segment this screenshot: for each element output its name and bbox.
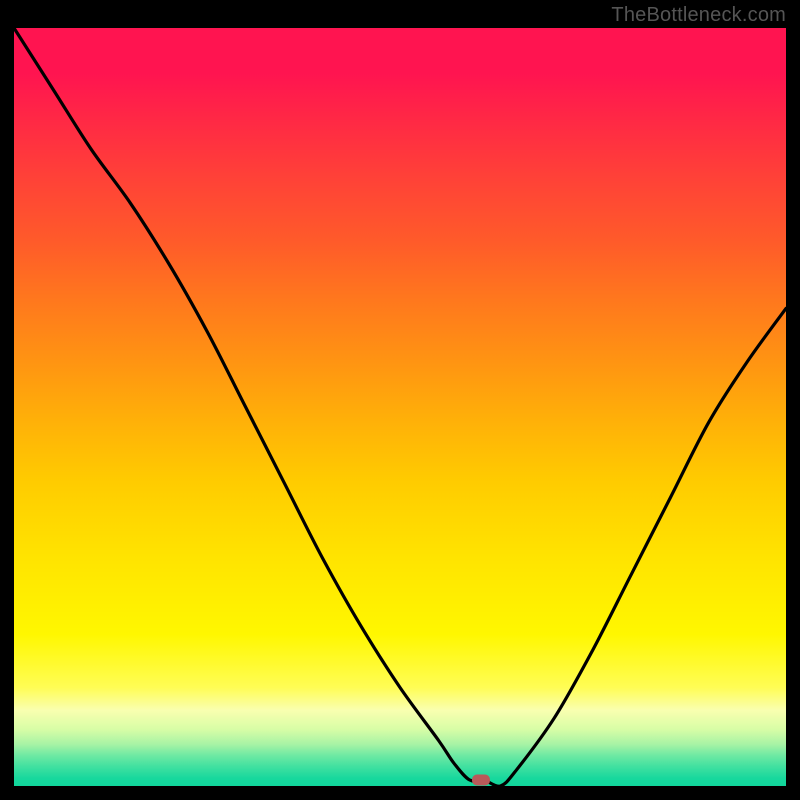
optimal-marker xyxy=(472,774,490,785)
bottleneck-curve xyxy=(14,28,786,786)
plot-area xyxy=(14,28,786,786)
watermark-text: TheBottleneck.com xyxy=(611,4,786,27)
chart-frame: TheBottleneck.com xyxy=(0,0,800,800)
curve-path xyxy=(14,28,786,786)
